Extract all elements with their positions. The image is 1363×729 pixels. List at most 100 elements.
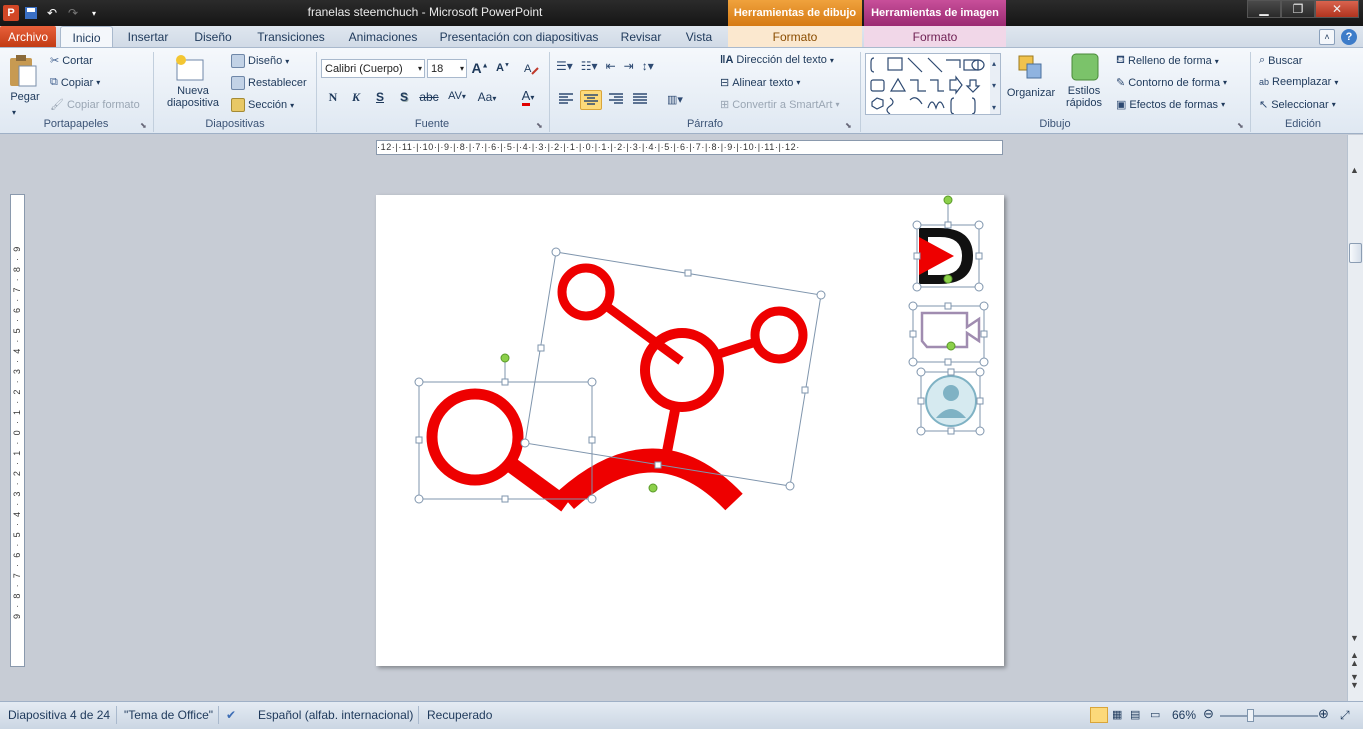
scroll-up-icon[interactable]: ▲ <box>1350 165 1359 175</box>
tab-animaciones[interactable]: Animaciones <box>340 26 426 48</box>
shape-outline-button[interactable]: ✎ Contorno de forma ▾ <box>1116 76 1227 90</box>
align-text-button[interactable]: ⊟ Alinear texto ▾ <box>720 76 800 90</box>
dialog-launcher-icon[interactable]: ⬊ <box>140 121 147 130</box>
chevron-down-icon[interactable]: ▾ <box>460 64 466 73</box>
selection-frame-circle[interactable] <box>414 353 597 504</box>
chevron-down-icon: ▾ <box>530 93 535 102</box>
video-camera-image[interactable] <box>908 301 989 367</box>
zoom-slider-track[interactable] <box>1220 715 1318 717</box>
chevron-down-icon[interactable]: ▾ <box>418 64 424 73</box>
horizontal-ruler[interactable]: ·12·|·11·|·10·|·9·|·8·|·7·|·6·|·5·|·4·|·… <box>376 140 1003 155</box>
reset-button[interactable]: Restablecer <box>231 76 307 90</box>
columns-icon[interactable]: ▥▾ <box>662 90 688 108</box>
scroll-down-icon[interactable]: ▼ <box>1350 633 1359 643</box>
tab-transiciones[interactable]: Transiciones <box>250 26 332 48</box>
context-tab-drawing-tools: Herramientas de dibujo <box>728 0 862 26</box>
font-name-combo[interactable]: Calibri (Cuerpo) ▾ <box>321 59 425 78</box>
d-play-logo-image[interactable] <box>912 195 984 292</box>
align-left-icon[interactable] <box>556 90 576 108</box>
layout-button[interactable]: Diseño ▾ <box>231 54 289 68</box>
grow-font-button[interactable]: A▲ <box>470 60 490 76</box>
user-avatar-image[interactable] <box>916 367 985 436</box>
normal-view-icon[interactable] <box>1090 707 1108 723</box>
clear-format-icon[interactable]: A <box>523 59 543 77</box>
chevron-down-icon: ▾ <box>285 56 290 66</box>
tab-diseno[interactable]: Diseño <box>183 26 243 48</box>
copy-button[interactable]: ⧉ Copiar ▾ <box>50 76 100 89</box>
help-icon[interactable]: ? <box>1341 29 1357 45</box>
bold-button[interactable]: N <box>323 90 343 105</box>
section-icon <box>231 98 245 112</box>
replace-button[interactable]: ab Reemplazar ▾ <box>1259 76 1338 88</box>
zoom-level[interactable]: 66% <box>1172 708 1196 722</box>
chevron-down-icon: ▾ <box>96 78 101 87</box>
tab-revisar[interactable]: Revisar <box>612 26 670 48</box>
char-spacing-button[interactable]: AV▾ <box>444 90 470 102</box>
new-slide-button[interactable]: Nueva diapositiva <box>160 54 226 116</box>
numbering-icon[interactable]: ☷▾ <box>581 59 598 79</box>
align-right-icon[interactable] <box>606 90 626 108</box>
close-icon[interactable]: ✕ <box>1315 0 1359 18</box>
shape-fill-button[interactable]: ⛾ Relleno de forma ▾ <box>1116 54 1219 68</box>
paste-dropdown-icon[interactable]: ▾ <box>12 108 16 117</box>
line-spacing-icon[interactable]: ↕▾ <box>642 59 654 79</box>
tab-presentacion[interactable]: Presentación con diapositivas <box>435 26 603 48</box>
scroll-thumb[interactable] <box>1349 243 1362 263</box>
tab-archivo[interactable]: Archivo <box>0 26 56 47</box>
shape-effects-button[interactable]: ▣ Efectos de formas ▾ <box>1116 98 1225 112</box>
cut-button[interactable]: ✂ Cortar <box>50 54 93 68</box>
dialog-launcher-icon[interactable]: ⬊ <box>1237 121 1244 130</box>
quick-styles-button[interactable]: Estilos rápidos <box>1058 52 1110 118</box>
text-direction-button[interactable]: ‖A Dirección del texto ▾ <box>720 54 834 66</box>
zoom-slider-thumb[interactable] <box>1247 709 1254 722</box>
restore-icon[interactable]: ❐ <box>1281 0 1315 18</box>
vertical-scrollbar[interactable]: ▲ ▼ ▲ ▲ ▼ ▼ <box>1347 135 1363 701</box>
tab-vista[interactable]: Vista <box>678 26 720 48</box>
select-button[interactable]: ↖ Seleccionar ▾ <box>1259 98 1336 112</box>
tab-formato-dibujo[interactable]: Formato <box>728 26 862 48</box>
convert-smartart-button[interactable]: ⊞ Convertir a SmartArt ▾ <box>720 98 839 112</box>
arrange-icon <box>1018 55 1042 79</box>
decrease-indent-icon[interactable]: ⇤ <box>606 59 616 79</box>
paste-button[interactable]: Pegar <box>6 54 44 114</box>
underline-button[interactable]: S <box>370 90 390 104</box>
section-button[interactable]: Sección ▾ <box>231 98 294 112</box>
shapes-gallery[interactable]: ▴ ▾ ▾ <box>865 53 1001 115</box>
red-network-logo[interactable] <box>426 263 808 512</box>
arrange-button[interactable]: Organizar <box>1005 52 1057 118</box>
next-slide-icon[interactable]: ▼ ▼ <box>1350 673 1359 690</box>
slide-sorter-icon[interactable]: ▦ <box>1112 708 1122 721</box>
language-indicator[interactable]: Español (alfab. internacional) <box>258 708 413 722</box>
increase-indent-icon[interactable]: ⇥ <box>624 59 634 79</box>
previous-slide-icon[interactable]: ▲ ▲ <box>1350 651 1359 668</box>
reading-view-icon[interactable]: ▤ <box>1130 708 1140 721</box>
italic-button[interactable]: K <box>346 90 366 105</box>
group-label-diapositivas: Diapositivas <box>205 118 265 130</box>
slideshow-icon[interactable]: ▭ <box>1150 708 1160 721</box>
dialog-launcher-icon[interactable]: ⬊ <box>536 121 543 130</box>
justify-icon[interactable] <box>630 90 650 108</box>
font-size-combo[interactable]: 18 ▾ <box>427 59 467 78</box>
bullets-icon[interactable]: ☰▾ <box>556 59 573 79</box>
find-button[interactable]: ⌕ Buscar <box>1259 54 1302 67</box>
tab-formato-imagen[interactable]: Formato <box>864 26 1006 48</box>
new-slide-label-line2: diapositiva <box>167 97 219 109</box>
minimize-ribbon-icon[interactable]: ˄ <box>1319 29 1335 45</box>
tab-inicio[interactable]: Inicio <box>60 26 113 48</box>
vertical-ruler[interactable]: 9·8·7·6·5·4·3·2·1·0·1·2·3·4·5·6·7·8·9 <box>10 194 25 667</box>
format-painter-button[interactable]: 🖌 Copiar formato <box>50 98 140 112</box>
fit-to-window-icon[interactable]: ⤢ <box>1340 708 1350 723</box>
font-color-button[interactable]: A▾ <box>514 88 542 106</box>
spell-check-icon[interactable]: ✔ <box>226 708 236 722</box>
align-center-icon[interactable] <box>580 90 602 110</box>
tab-insertar[interactable]: Insertar <box>118 26 178 48</box>
change-case-button[interactable]: Aa▾ <box>474 90 500 104</box>
dialog-launcher-icon[interactable]: ⬊ <box>845 121 852 130</box>
shadow-button[interactable]: S <box>394 90 414 104</box>
minimize-icon[interactable]: ▁ <box>1247 0 1281 18</box>
shrink-font-button[interactable]: A▼ <box>493 62 513 74</box>
slide-canvas[interactable] <box>376 195 1004 666</box>
zoom-out-icon[interactable]: ⊖ <box>1203 706 1214 722</box>
strikethrough-button[interactable]: abc <box>418 90 440 104</box>
zoom-in-icon[interactable]: ⊕ <box>1318 706 1329 722</box>
